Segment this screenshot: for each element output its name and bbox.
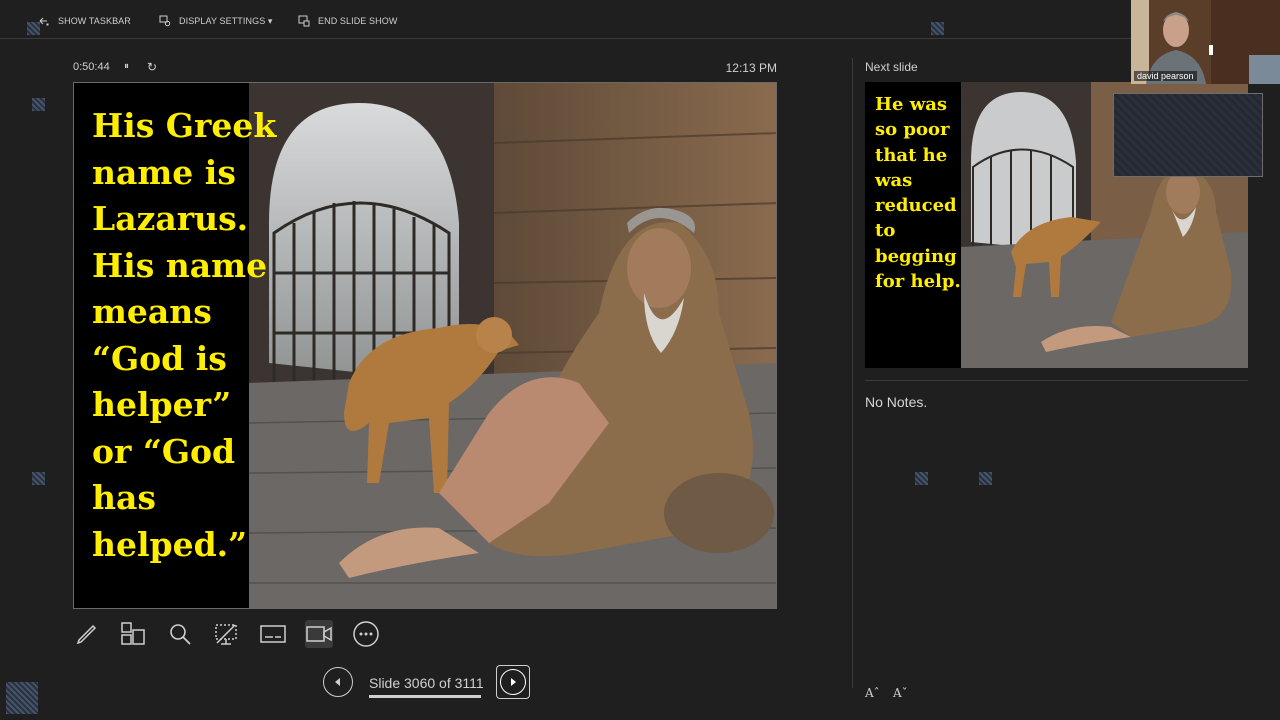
video-overlay-box: [1113, 93, 1263, 177]
restart-timer-button[interactable]: ↻: [147, 60, 157, 74]
show-taskbar-button[interactable]: SHOW TASKBAR: [38, 12, 131, 30]
next-slide-text-line: He was: [875, 94, 948, 115]
increase-font-button[interactable]: Aˆ: [865, 686, 880, 700]
zoom-button[interactable]: [166, 620, 194, 648]
display-settings-icon: [159, 15, 171, 27]
chevron-left-icon: [335, 678, 340, 686]
end-show-icon: [298, 15, 310, 27]
slide-text: His Greek name is Lazarus. His name mean…: [92, 103, 322, 568]
previous-slide-button[interactable]: [323, 667, 353, 697]
slide-text-line: has: [92, 478, 156, 517]
pen-icon: [76, 624, 97, 645]
slide-text-line: His Greek: [92, 106, 277, 145]
camera-icon: [306, 626, 332, 642]
slide-text-line: name is: [92, 152, 236, 192]
chevron-right-icon: [511, 678, 516, 686]
end-slide-show-button[interactable]: END SLIDE SHOW: [298, 12, 397, 30]
next-slide-button[interactable]: [496, 665, 530, 699]
next-slide-text-line: for help.: [875, 271, 961, 293]
participant-name: david pearson: [1134, 71, 1197, 81]
black-screen-icon: [215, 624, 237, 645]
speaker-notes: No Notes.: [865, 394, 928, 410]
overlay-marker: [979, 472, 992, 485]
participant-video: david pearson: [1131, 0, 1280, 84]
see-all-slides-button[interactable]: [119, 620, 147, 648]
top-toolbar: SHOW TASKBAR DISPLAY SETTINGS ▾ END SLID…: [0, 0, 1280, 39]
next-slide-text-line: so poor: [875, 119, 950, 141]
elapsed-timer: 0:50:44: [73, 61, 110, 73]
display-settings-button[interactable]: DISPLAY SETTINGS ▾: [159, 12, 273, 30]
pen-tool-button[interactable]: [73, 620, 101, 648]
slide-text-line: Lazarus.: [92, 199, 249, 238]
slide-counter[interactable]: Slide 3060 of 3111: [369, 675, 484, 691]
overlay-marker: [32, 472, 45, 485]
end-slide-show-label: END SLIDE SHOW: [318, 16, 398, 26]
more-options-icon: [353, 621, 379, 647]
overlay-marker: [931, 22, 944, 35]
black-screen-button[interactable]: [212, 620, 240, 648]
slide-text-line: means: [92, 292, 212, 331]
show-taskbar-label: SHOW TASKBAR: [58, 16, 131, 26]
next-slide-text-line: that he: [875, 144, 948, 166]
next-slide-text-line: reduced: [875, 195, 957, 217]
slide-text-line: His name: [92, 245, 268, 285]
current-time: 12:13 PM: [725, 61, 777, 75]
current-slide[interactable]: His Greek name is Lazarus. His name mean…: [73, 82, 777, 609]
slide-text-line: or “God: [92, 431, 236, 471]
next-slide-text: He was so poor that he was reduced to be…: [875, 92, 995, 294]
overlay-marker: [6, 682, 38, 714]
next-slide-circle: [500, 669, 526, 695]
decrease-font-button[interactable]: Aˇ: [893, 686, 908, 700]
overlay-marker: [915, 472, 928, 485]
next-slide-text-line: was: [875, 169, 913, 191]
next-slide-text-line: begging: [875, 245, 957, 267]
notes-divider: [865, 380, 1248, 381]
display-settings-label: DISPLAY SETTINGS ▾: [179, 15, 273, 26]
more-options-button[interactable]: [352, 620, 380, 648]
zoom-icon: [170, 624, 191, 645]
subtitles-button[interactable]: [259, 620, 287, 648]
camera-toggle-button[interactable]: [305, 620, 333, 648]
slide-progress-bar: [369, 695, 481, 698]
pause-timer-button[interactable]: ⏸: [124, 61, 129, 72]
slide-text-line: helper”: [92, 385, 232, 424]
subtitles-icon: [260, 625, 286, 643]
slide-text-line: “God is: [92, 338, 227, 378]
overlay-marker: [32, 98, 45, 111]
next-slide-text-line: to: [875, 220, 896, 242]
panel-divider: [852, 58, 853, 688]
next-slide-label: Next slide: [865, 60, 918, 74]
see-all-slides-icon: [121, 622, 145, 645]
slide-text-line: helped.”: [92, 524, 248, 564]
slide-illustration: [248, 83, 776, 608]
overlay-marker: [27, 22, 40, 35]
